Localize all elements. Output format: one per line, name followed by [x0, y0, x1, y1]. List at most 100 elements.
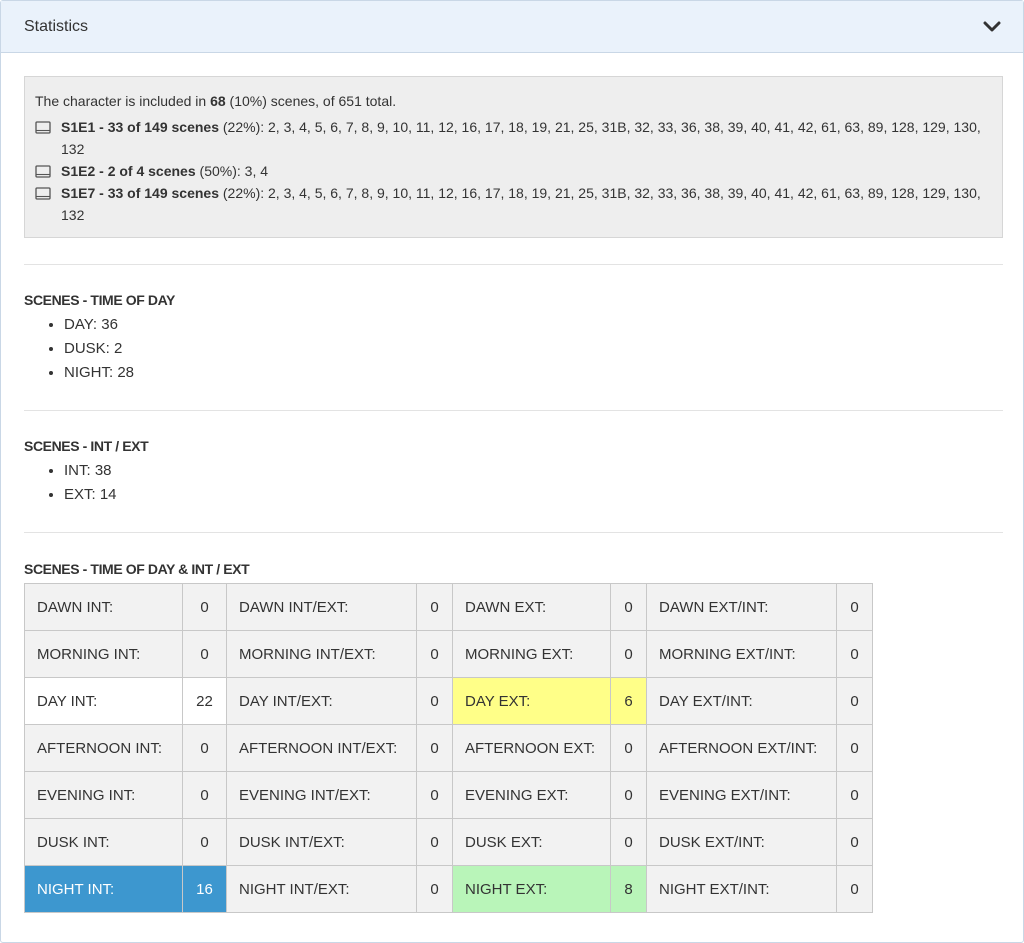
table-cell-label: DAWN EXT:: [452, 583, 611, 631]
table-cell-label: DAY INT/EXT:: [226, 677, 417, 725]
table-cell-value: 0: [416, 865, 453, 913]
table-cell-value: 0: [836, 818, 873, 866]
divider: [24, 264, 1003, 265]
table-cell-label: DAY EXT:: [452, 677, 611, 725]
matrix-title: SCENES - TIME OF DAY & INT / EXT: [24, 561, 250, 577]
table-cell-value: 0: [836, 771, 873, 819]
chevron-down-icon[interactable]: [981, 16, 1003, 38]
table-cell-value: 6: [610, 677, 647, 725]
table-row: DAY INT: 22 DAY INT/EXT: 0 DAY EXT: 6 DAY EXT/…: [24, 677, 873, 725]
summary-line: The character is included in 68 (10%) sc…: [35, 90, 992, 112]
table-cell-label: DUSK EXT/INT:: [646, 818, 837, 866]
table-cell-label: NIGHT EXT/INT:: [646, 865, 837, 913]
table-cell-label: DUSK INT:: [24, 818, 183, 866]
table-cell-value: 0: [182, 630, 227, 678]
table-row: DUSK INT: 0 DUSK INT/EXT: 0 DUSK EXT: 0 DUSK E…: [24, 818, 873, 866]
table-cell-label: DUSK INT/EXT:: [226, 818, 417, 866]
table-cell-value: 0: [416, 583, 453, 631]
list-item: EXT: 14: [64, 483, 117, 507]
episode-text: S1E7 - 33 of 149 scenes (22%): 2, 3, 4, …: [61, 182, 992, 226]
table-cell-label: EVENING INT/EXT:: [226, 771, 417, 819]
table-cell-value: 0: [836, 630, 873, 678]
table-cell-label: AFTERNOON INT:: [24, 724, 183, 772]
table-row: EVENING INT: 0 EVENING INT/EXT: 0 EVENING EX…: [24, 771, 873, 819]
table-cell-value: 0: [610, 771, 647, 819]
table-cell-value: 0: [610, 630, 647, 678]
table-cell-label: AFTERNOON EXT/INT:: [646, 724, 837, 772]
statistics-panel: Statistics The character is included in …: [0, 0, 1024, 943]
list-item: NIGHT: 28: [64, 361, 134, 385]
table-cell-value: 0: [416, 818, 453, 866]
table-cell-value: 0: [182, 771, 227, 819]
episode-label[interactable]: S1E1 - 33 of 149 scenes: [61, 119, 219, 135]
table-cell-value: 8: [610, 865, 647, 913]
table-cell-label: DAY INT:: [24, 677, 183, 725]
summary-suffix: (10%) scenes, of 651 total.: [225, 93, 397, 109]
divider: [24, 410, 1003, 411]
table-cell-label: DAWN INT/EXT:: [226, 583, 417, 631]
episode-text: S1E1 - 33 of 149 scenes (22%): 2, 3, 4, …: [61, 116, 992, 160]
table-row: AFTERNOON INT: 0 AFTERNOON INT/EXT: 0 AFTERN…: [24, 724, 873, 772]
table-cell-label: EVENING EXT:: [452, 771, 611, 819]
table-cell-value: 0: [416, 724, 453, 772]
episode-row: S1E2 - 2 of 4 scenes (50%): 3, 4: [35, 160, 992, 182]
table-cell-label: MORNING INT/EXT:: [226, 630, 417, 678]
summary-box: The character is included in 68 (10%) sc…: [24, 76, 1003, 238]
summary-count: 68: [210, 93, 226, 109]
book-icon: [35, 182, 51, 204]
episode-label[interactable]: S1E7 - 33 of 149 scenes: [61, 185, 219, 201]
panel-header[interactable]: Statistics: [1, 1, 1023, 53]
episode-list: S1E1 - 33 of 149 scenes (22%): 2, 3, 4, …: [35, 116, 992, 226]
table-cell-label: NIGHT INT/EXT:: [226, 865, 417, 913]
table-cell-value: 0: [836, 724, 873, 772]
table-cell-value: 0: [836, 865, 873, 913]
table-cell-value: 0: [182, 818, 227, 866]
table-cell-value: 0: [610, 583, 647, 631]
table-cell-label: EVENING EXT/INT:: [646, 771, 837, 819]
summary-prefix: The character is included in: [35, 93, 211, 109]
table-cell-label: NIGHT EXT:: [452, 865, 611, 913]
table-cell-value: 0: [416, 771, 453, 819]
table-cell-value: 0: [836, 583, 873, 631]
book-icon: [35, 160, 51, 182]
time-of-day-list: DAY: 36DUSK: 2NIGHT: 28: [24, 313, 134, 385]
table-cell-value: 0: [182, 724, 227, 772]
table-cell-label: MORNING EXT/INT:: [646, 630, 837, 678]
book-icon: [35, 116, 51, 138]
list-item: INT: 38: [64, 459, 117, 483]
episode-scenes: (50%): 3, 4: [195, 163, 269, 179]
episode-label[interactable]: S1E2 - 2 of 4 scenes: [61, 163, 196, 179]
int-ext-list: INT: 38EXT: 14: [24, 459, 117, 507]
table-cell-label: DUSK EXT:: [452, 818, 611, 866]
table-cell-label: AFTERNOON INT/EXT:: [226, 724, 417, 772]
table-cell-value: 0: [416, 677, 453, 725]
panel-title: Statistics: [24, 17, 89, 35]
list-item: DAY: 36: [64, 313, 134, 337]
table-cell-label: NIGHT INT:: [24, 865, 183, 913]
table-cell-value: 16: [182, 865, 227, 913]
table-cell-value: 0: [182, 583, 227, 631]
divider: [24, 532, 1003, 533]
episode-row: S1E7 - 33 of 149 scenes (22%): 2, 3, 4, …: [35, 182, 992, 226]
table-cell-label: DAWN INT:: [24, 583, 183, 631]
table-row: NIGHT INT: 16 NIGHT INT/EXT: 0 NIGHT EXT: 8 NI…: [24, 865, 873, 913]
time-of-day-title: SCENES - TIME OF DAY: [24, 292, 175, 308]
table-cell-value: 0: [416, 630, 453, 678]
table-cell-label: EVENING INT:: [24, 771, 183, 819]
table-row: DAWN INT: 0 DAWN INT/EXT: 0 DAWN EXT: 0 DAWN E…: [24, 583, 873, 631]
int-ext-title: SCENES - INT / EXT: [24, 438, 149, 454]
table-cell-label: MORNING INT:: [24, 630, 183, 678]
table-cell-label: MORNING EXT:: [452, 630, 611, 678]
table-cell-value: 0: [610, 818, 647, 866]
episode-text: S1E2 - 2 of 4 scenes (50%): 3, 4: [61, 160, 992, 182]
episode-row: S1E1 - 33 of 149 scenes (22%): 2, 3, 4, …: [35, 116, 992, 160]
table-cell-label: AFTERNOON EXT:: [452, 724, 611, 772]
time-int-ext-table: DAWN INT: 0 DAWN INT/EXT: 0 DAWN EXT: 0 DAWN E…: [24, 583, 873, 913]
table-cell-label: DAY EXT/INT:: [646, 677, 837, 725]
table-row: MORNING INT: 0 MORNING INT/EXT: 0 MORNING EX…: [24, 630, 873, 678]
table-cell-value: 0: [610, 724, 647, 772]
table-cell-label: DAWN EXT/INT:: [646, 583, 837, 631]
table-cell-value: 0: [836, 677, 873, 725]
list-item: DUSK: 2: [64, 337, 134, 361]
table-cell-value: 22: [182, 677, 227, 725]
